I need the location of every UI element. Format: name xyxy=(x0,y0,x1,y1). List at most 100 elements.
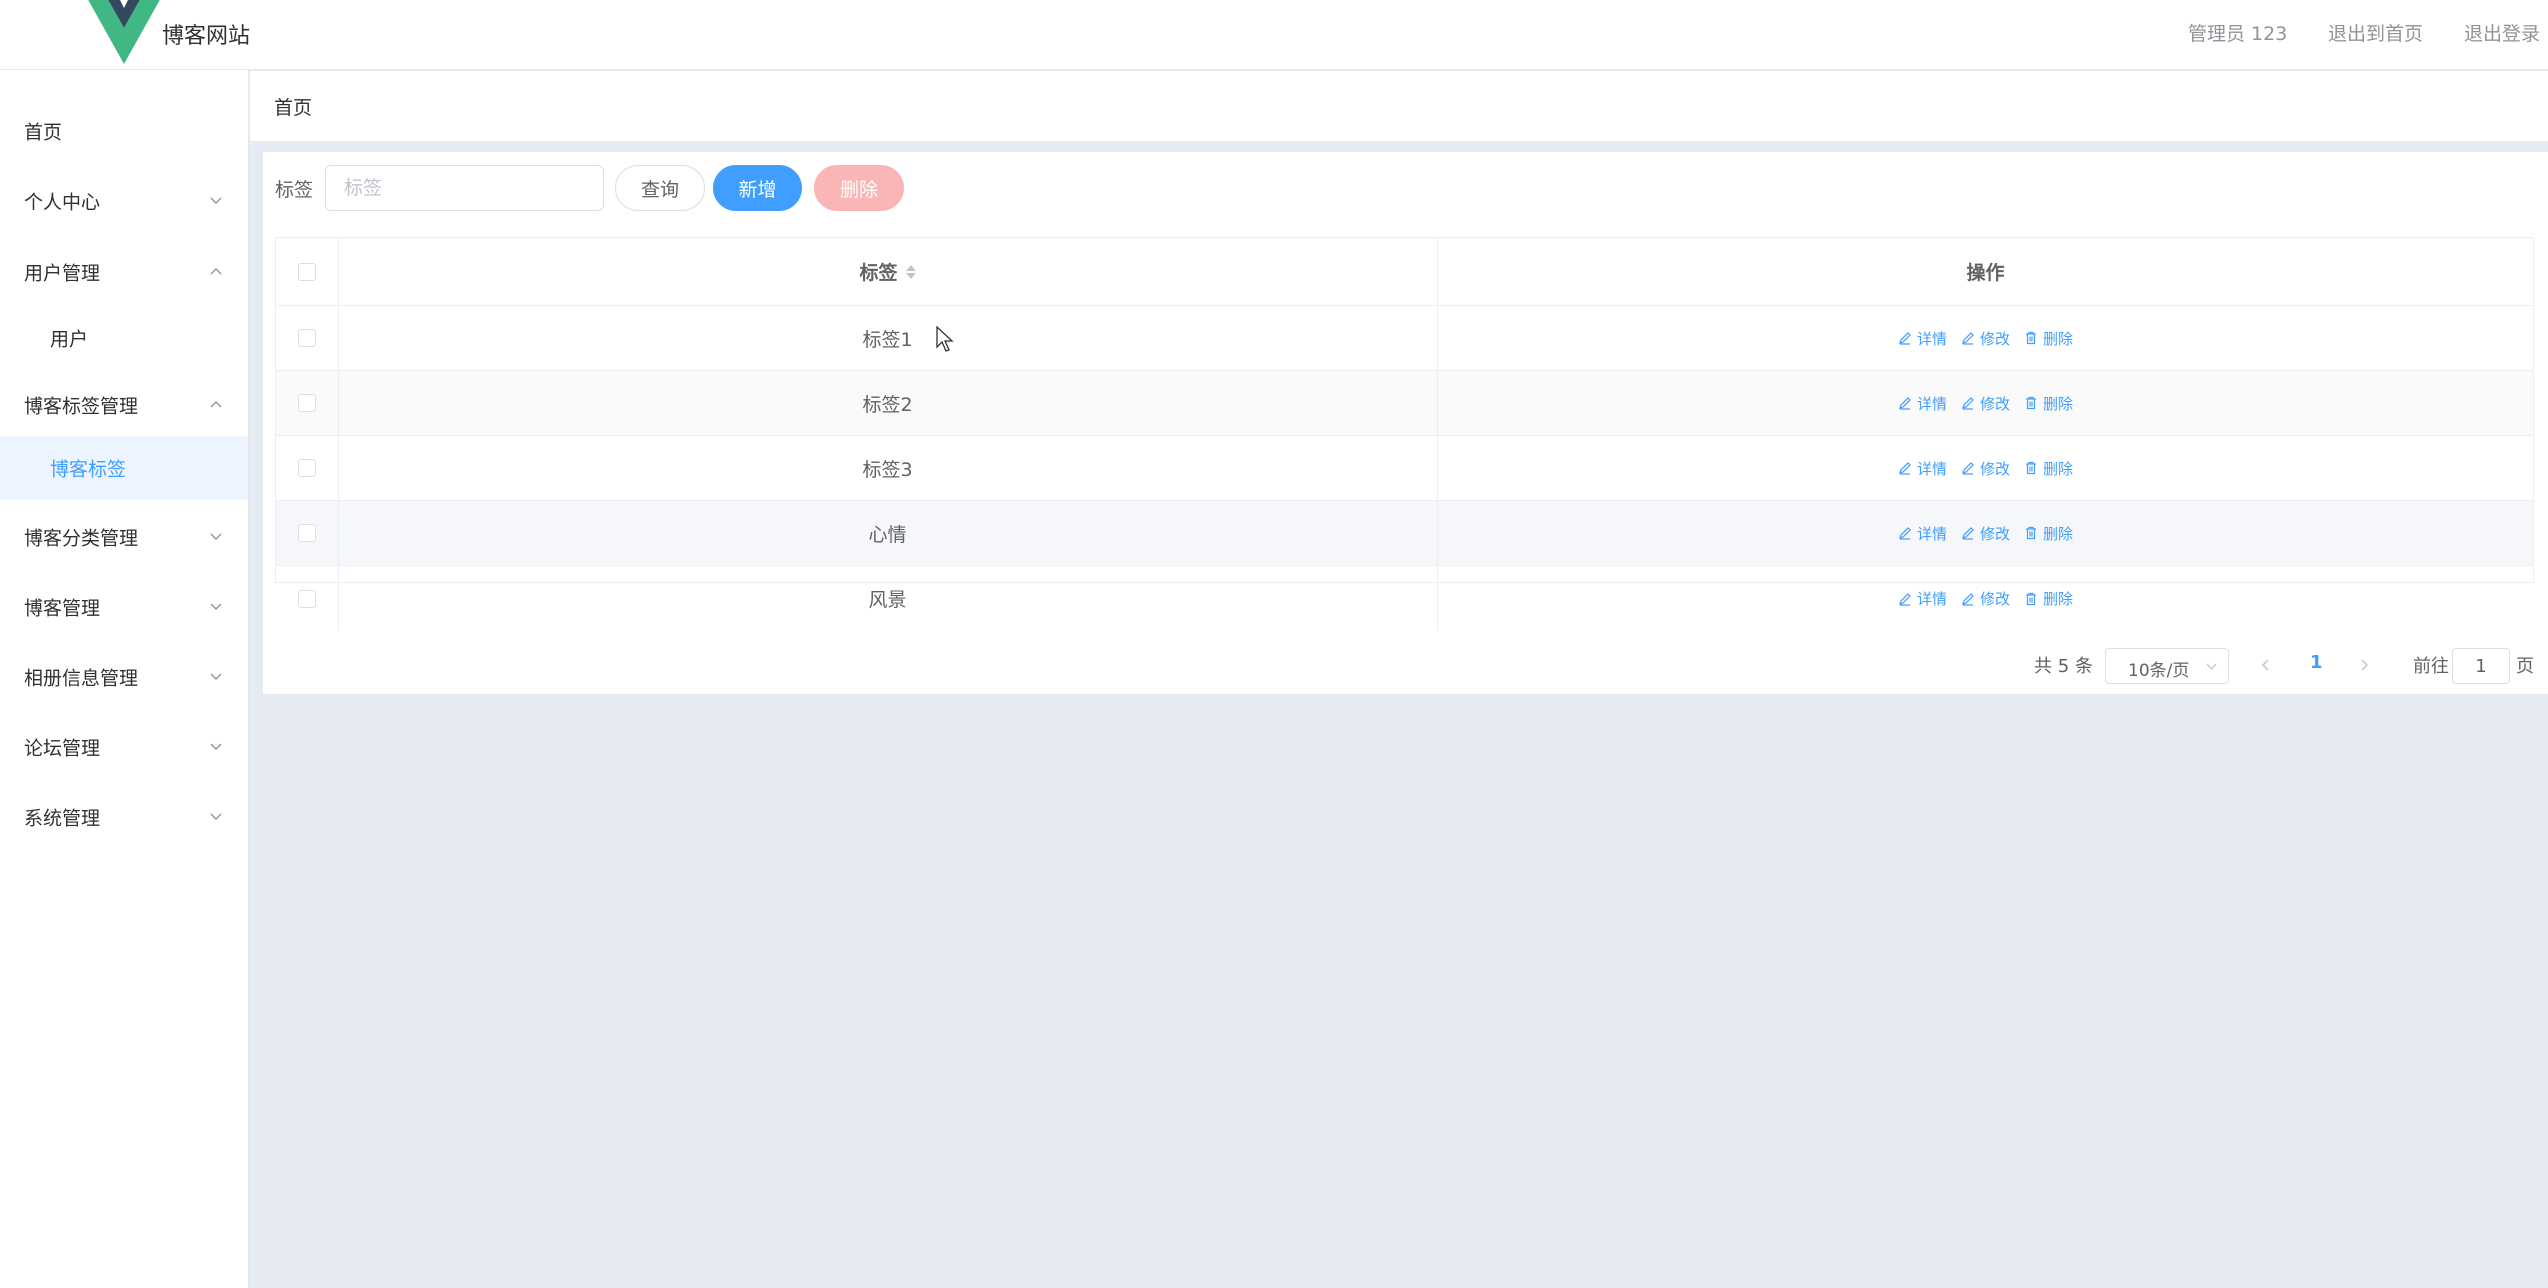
exit-to-home-link[interactable]: 退出到首页 xyxy=(2328,19,2423,46)
sidebar-item-blog-tag-management[interactable]: 博客标签管理 xyxy=(0,371,248,439)
delete-link[interactable]: 删除 xyxy=(2024,588,2073,609)
row-checkbox[interactable] xyxy=(298,589,316,608)
edit-link[interactable]: 修改 xyxy=(1961,458,2010,479)
pagination-total: 共 5 条 xyxy=(2034,656,2093,677)
tag-cell: 风景 xyxy=(868,589,907,611)
edit-icon xyxy=(1962,527,1974,540)
actions-cell: 详情 修改 删除 xyxy=(1438,566,2533,631)
detail-link[interactable]: 详情 xyxy=(1898,458,1947,479)
table-row: 心情 详情 修改 删除 xyxy=(276,501,2533,566)
sidebar-item-label: 首页 xyxy=(24,121,63,144)
sidebar-item-personal-center[interactable]: 个人中心 xyxy=(0,167,248,235)
goto-page-input[interactable] xyxy=(2452,648,2510,684)
breadcrumb: 首页 xyxy=(250,71,2548,141)
tag-cell: 标签3 xyxy=(862,458,913,481)
row-checkbox[interactable] xyxy=(298,459,316,477)
table-row: 标签3 详情 修改 删除 xyxy=(276,436,2533,501)
sidebar-item-label: 个人中心 xyxy=(24,191,101,214)
main-content-panel: 标签 查询 新增 删除 标签 操作 标签1 详情 修改 删除 xyxy=(263,152,2548,694)
trash-icon xyxy=(2026,461,2036,475)
sidebar-item-album-management[interactable]: 相册信息管理 xyxy=(0,643,248,711)
column-header-tag[interactable]: 标签 xyxy=(338,238,1437,305)
trash-icon xyxy=(2026,592,2036,605)
sidebar-item-forum-management[interactable]: 论坛管理 xyxy=(0,713,248,781)
sidebar-item-blog-category-management[interactable]: 博客分类管理 xyxy=(0,503,248,571)
sidebar-item-label: 系统管理 xyxy=(24,807,101,830)
chevron-down-icon xyxy=(210,673,222,680)
chevron-down-icon xyxy=(210,533,222,540)
sidebar-item-users[interactable]: 用户 xyxy=(0,304,248,372)
prev-page-icon[interactable] xyxy=(2258,657,2274,673)
query-button[interactable]: 查询 xyxy=(615,165,705,211)
current-user-label: 管理员 123 xyxy=(2188,23,2288,45)
row-checkbox[interactable] xyxy=(298,394,316,412)
delete-link[interactable]: 删除 xyxy=(2024,523,2073,544)
goto-label: 前往 xyxy=(2413,656,2449,677)
sidebar-item-label: 博客分类管理 xyxy=(24,527,139,550)
top-header: 博客网站 管理员 123 退出到首页 退出登录 xyxy=(0,0,2548,70)
actions-cell: 详情 修改 删除 xyxy=(1438,501,2533,565)
select-all-checkbox[interactable] xyxy=(298,262,316,281)
page-number-current[interactable]: 1 xyxy=(2310,652,2323,673)
batch-delete-button[interactable]: 删除 xyxy=(814,165,904,211)
delete-link[interactable]: 删除 xyxy=(2024,393,2073,414)
row-checkbox[interactable] xyxy=(298,524,316,542)
sort-icon[interactable] xyxy=(905,264,916,280)
edit-icon xyxy=(1899,592,1911,606)
trash-icon xyxy=(2026,526,2036,540)
sidebar-item-user-management[interactable]: 用户管理 xyxy=(0,238,248,306)
table-row: 标签1 详情 修改 删除 xyxy=(276,306,2533,371)
delete-link[interactable]: 删除 xyxy=(2024,458,2073,479)
actions-cell: 详情 修改 删除 xyxy=(1438,306,2533,370)
trash-icon xyxy=(2026,396,2036,410)
edit-link[interactable]: 修改 xyxy=(1961,393,2010,414)
edit-icon xyxy=(1962,332,1974,345)
detail-link[interactable]: 详情 xyxy=(1898,328,1947,349)
chevron-down-icon xyxy=(210,197,222,204)
page-size-value: 10条/页 xyxy=(2128,661,2190,681)
edit-icon xyxy=(1899,332,1911,345)
chevron-down-icon xyxy=(210,813,222,820)
chevron-down-icon xyxy=(210,603,222,610)
chevron-down-icon xyxy=(2206,663,2217,670)
detail-link[interactable]: 详情 xyxy=(1898,588,1947,609)
vue-logo-icon xyxy=(88,0,160,64)
sidebar-item-label: 用户管理 xyxy=(24,262,101,285)
chevron-down-icon xyxy=(210,743,222,750)
next-page-icon[interactable] xyxy=(2356,657,2372,673)
tag-cell: 心情 xyxy=(868,523,907,546)
table-header-row: 标签 操作 xyxy=(276,238,2533,306)
logout-link[interactable]: 退出登录 xyxy=(2464,19,2540,46)
sidebar-item-label: 用户 xyxy=(50,328,89,351)
sidebar-item-blog-tags[interactable]: 博客标签 xyxy=(0,436,248,500)
edit-icon xyxy=(1962,462,1974,475)
table-row: 风景 详情 修改 删除 xyxy=(276,566,2533,631)
chevron-up-icon xyxy=(210,401,222,408)
sidebar-item-label: 相册信息管理 xyxy=(24,667,139,690)
edit-link[interactable]: 修改 xyxy=(1961,328,2010,349)
tag-table: 标签 操作 标签1 详情 修改 删除 标签2 详情 修改 删除 标签3 详情 修… xyxy=(275,237,2534,631)
sidebar-item-blog-management[interactable]: 博客管理 xyxy=(0,573,248,641)
chevron-up-icon xyxy=(210,268,222,275)
sidebar-item-home[interactable]: 首页 xyxy=(0,97,248,165)
edit-icon xyxy=(1962,592,1974,606)
tag-search-label: 标签 xyxy=(275,179,314,201)
page-suffix-label: 页 xyxy=(2516,656,2534,677)
add-button[interactable]: 新增 xyxy=(713,165,802,211)
sidebar-item-label: 论坛管理 xyxy=(24,737,101,760)
edit-link[interactable]: 修改 xyxy=(1961,523,2010,544)
sidebar-item-system-management[interactable]: 系统管理 xyxy=(0,783,248,851)
breadcrumb-home[interactable]: 首页 xyxy=(274,93,312,120)
actions-cell: 详情 修改 删除 xyxy=(1438,436,2533,500)
row-checkbox[interactable] xyxy=(298,329,316,347)
page-size-select[interactable]: 10条/页 xyxy=(2105,648,2229,684)
detail-link[interactable]: 详情 xyxy=(1898,393,1947,414)
edit-icon xyxy=(1899,462,1911,475)
tag-cell: 标签2 xyxy=(862,393,913,416)
tag-search-input[interactable] xyxy=(325,165,604,211)
delete-link[interactable]: 删除 xyxy=(2024,328,2073,349)
trash-icon xyxy=(2026,331,2036,345)
detail-link[interactable]: 详情 xyxy=(1898,523,1947,544)
edit-icon xyxy=(1899,527,1911,540)
edit-link[interactable]: 修改 xyxy=(1961,588,2010,609)
